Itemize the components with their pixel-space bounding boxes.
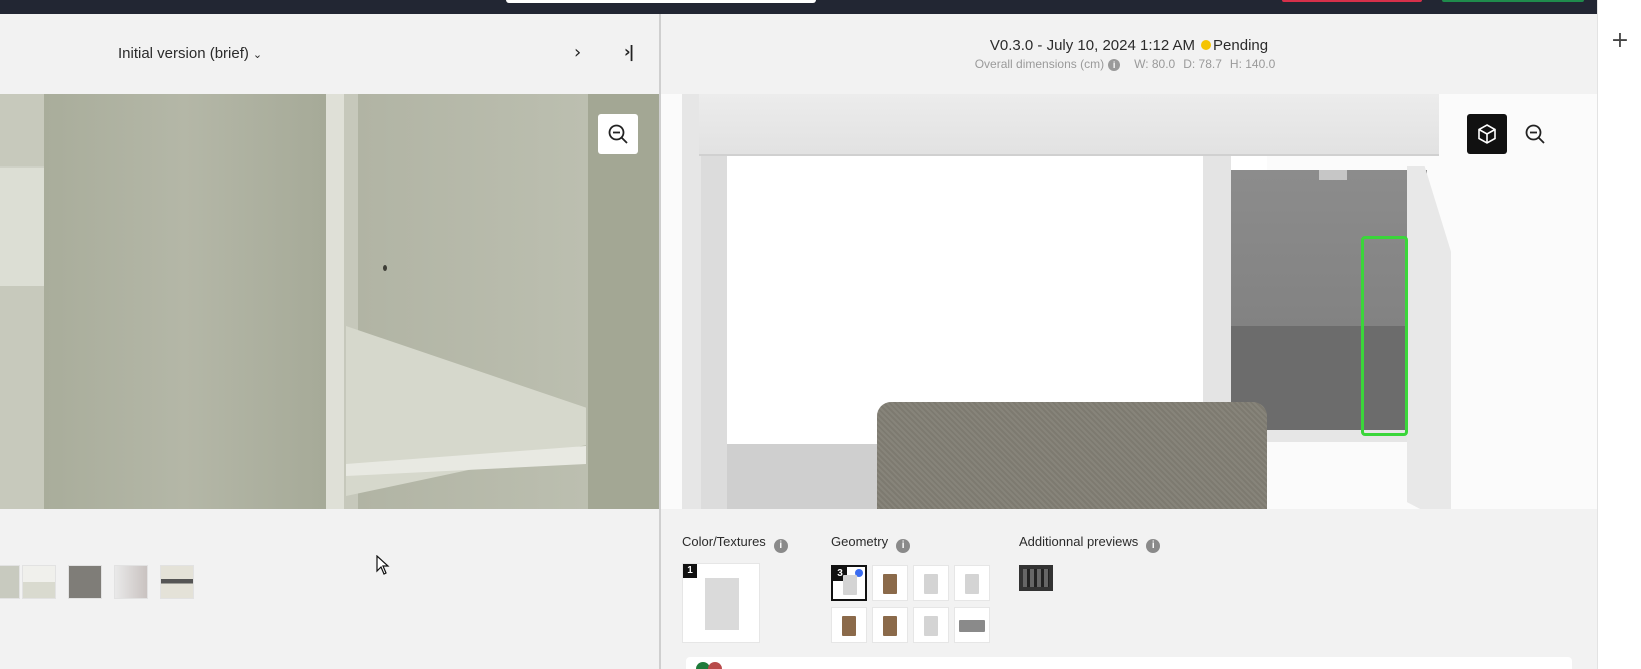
version-line: V0.3.0 - July 10, 2024 1:12 AM Pending (661, 37, 1597, 54)
avatar (708, 662, 722, 669)
zoom-out-button-render[interactable] (1515, 114, 1555, 154)
additional-preview-thumbnail[interactable] (1019, 565, 1053, 591)
color-textures-heading: Color/Textures i (682, 534, 788, 553)
right-rail: + (1597, 0, 1641, 669)
version-text: V0.3.0 - July 10, 2024 1:12 AM (989, 37, 1196, 54)
geometry-thumbnail[interactable] (954, 565, 990, 601)
geometry-thumbnail[interactable] (831, 607, 867, 643)
status-dot (1201, 40, 1212, 50)
add-icon[interactable]: + (1598, 28, 1641, 53)
color-textures-label: Color/Textures (682, 534, 766, 549)
geometry-thumbnail[interactable] (872, 607, 908, 643)
zoom-out-button[interactable] (598, 114, 638, 154)
geometry-thumbnail[interactable] (913, 607, 949, 643)
additional-previews-label: Additionnal previews (1019, 534, 1139, 549)
info-icon[interactable]: i (1108, 59, 1121, 71)
texture-thumbnail[interactable]: 1 (682, 563, 760, 643)
thumbnail[interactable] (0, 565, 20, 599)
info-icon[interactable]: i (773, 539, 788, 553)
dim-height: H: 140.0 (1229, 57, 1276, 71)
version-select[interactable]: Initial version (brief) ⌄ (118, 45, 262, 62)
right-panel-header: V0.3.0 - July 10, 2024 1:12 AM Pending Ov… (661, 14, 1597, 94)
additional-previews-heading: Additionnal previews i (1019, 534, 1161, 553)
geometry-label: Geometry (831, 534, 889, 549)
3d-view-button[interactable] (1467, 114, 1507, 154)
chevron-down-icon: ⌄ (252, 48, 263, 61)
search-input[interactable] (506, 0, 816, 3)
count-badge: 1 (683, 564, 697, 578)
info-icon[interactable]: i (896, 539, 911, 553)
3d-render-view[interactable] (661, 94, 1597, 509)
version-select-label: Initial version (brief) (118, 45, 249, 62)
zoom-out-icon (608, 124, 628, 144)
last-arrow-icon[interactable]: ›| (624, 42, 635, 61)
geometry-heading: Geometry i (831, 534, 911, 553)
thumbnail-strip (0, 509, 659, 669)
thumbnail[interactable] (22, 565, 56, 599)
cube-icon (1478, 124, 1496, 144)
info-icon[interactable]: i (1146, 539, 1161, 553)
top-bar (0, 0, 1597, 14)
status-badge: Pending (1213, 37, 1269, 54)
geometry-thumbnail[interactable] (954, 607, 990, 643)
reject-button[interactable] (1282, 0, 1422, 2)
thumbnail[interactable] (68, 565, 102, 599)
dim-width: W: 80.0 (1134, 57, 1176, 71)
dim-depth: D: 78.7 (1183, 57, 1222, 71)
thumbnail[interactable] (160, 565, 194, 599)
approve-button[interactable] (1442, 0, 1584, 2)
geometry-thumbnail[interactable] (913, 565, 949, 601)
thumbnail[interactable] (114, 565, 148, 599)
dimensions-line: Overall dimensions (cm) i W: 80.0 D: 78.7 H:… (661, 57, 1597, 71)
variant-panel: Color/Textures i 1 Geometry i 3 Additionna… (661, 509, 1597, 669)
left-panel-header: Initial version (brief) ⌄ › ›| (0, 14, 659, 94)
dimensions-label: Overall dimensions (cm) (974, 57, 1105, 71)
selection-highlight (1361, 236, 1408, 436)
reference-image (0, 94, 659, 509)
mouse-cursor-icon (376, 555, 390, 575)
geometry-thumbnail[interactable]: 3 (831, 565, 867, 601)
next-arrow-icon[interactable]: › (574, 42, 581, 63)
geometry-thumbnail[interactable] (872, 565, 908, 601)
comment-card[interactable] (686, 657, 1572, 669)
zoom-out-icon (1525, 124, 1545, 144)
